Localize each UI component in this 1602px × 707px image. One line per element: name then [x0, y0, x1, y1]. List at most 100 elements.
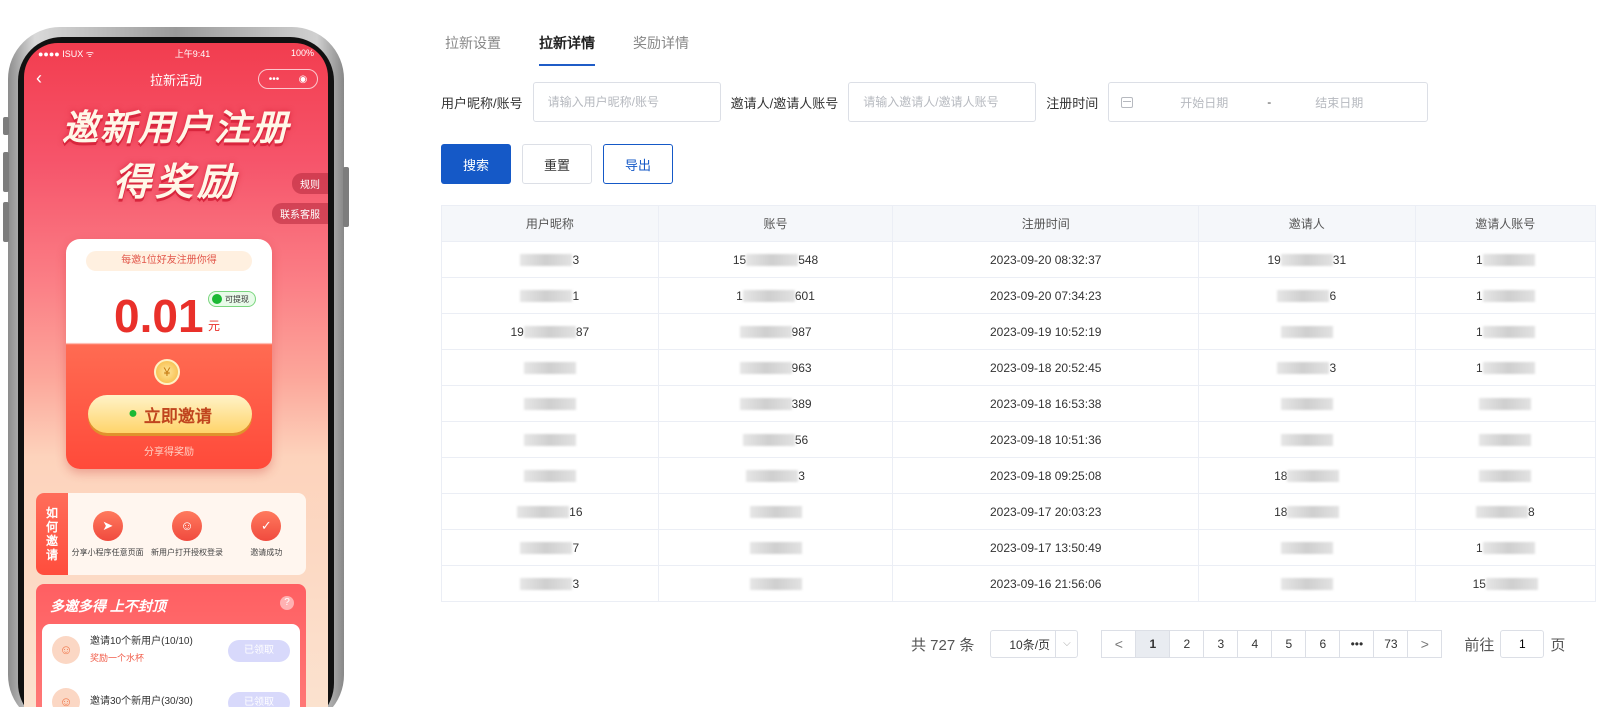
end-date-input[interactable]: 结束日期 — [1279, 94, 1399, 111]
goto-page: 前往 页 — [1464, 630, 1565, 658]
column-header-register-time[interactable]: 注册时间 — [892, 205, 1199, 242]
export-button[interactable]: 导出 — [603, 144, 673, 184]
page-button-6[interactable]: 6 — [1305, 630, 1341, 658]
inviter-search-input[interactable] — [848, 82, 1037, 122]
prev-page-button[interactable]: < — [1101, 630, 1137, 658]
column-header-inviter-account[interactable]: 邀请人账号 — [1414, 205, 1597, 242]
rules-tag[interactable]: 规则 — [292, 173, 328, 194]
table-cell-inviter-account: 1 — [1414, 349, 1597, 386]
claimed-button[interactable]: 已领取 — [228, 692, 290, 707]
question-icon[interactable]: ? — [280, 596, 294, 610]
redaction-blur — [523, 326, 576, 339]
milestone-text: 邀请30个新用户(30/30) — [90, 694, 193, 707]
page-button-4[interactable]: 4 — [1237, 630, 1273, 658]
table-cell-inviter: 3 — [1197, 349, 1416, 386]
masked-value — [1280, 577, 1333, 591]
more-dots-icon[interactable]: ••• — [269, 74, 280, 85]
invite-steps: ➤ 分享小程序任意页面 ☺ 新用户打开授权登录 ✓ 邀请成功 — [68, 493, 306, 575]
tab-invite-settings[interactable]: 拉新设置 — [445, 0, 501, 66]
redaction-blur — [749, 542, 802, 555]
nickname-filter-label: 用户昵称/账号 — [441, 95, 523, 111]
date-range-separator: - — [1267, 95, 1272, 109]
table-body: 3 15 548 2023-09-20 08:32:37 19 31 1 1 1 601 2023-… — [441, 241, 1597, 602]
column-header-nickname[interactable]: 用户昵称 — [441, 205, 659, 242]
page-size-select[interactable]: 10条/页 ⌵ — [990, 630, 1079, 658]
table-cell-time: 2023-09-18 10:51:36 — [892, 421, 1199, 458]
customer-service-tag[interactable]: 联系客服 — [272, 203, 328, 224]
masked-suffix: 16 — [569, 504, 583, 519]
tab-invite-details[interactable]: 拉新详情 — [539, 0, 595, 66]
search-button[interactable]: 搜索 — [441, 144, 511, 184]
redaction-blur — [523, 434, 576, 447]
table-cell-time: 2023-09-18 09:25:08 — [892, 457, 1199, 494]
redaction-blur — [1277, 290, 1330, 303]
masked-suffix: 31 — [1332, 252, 1347, 267]
redaction-blur — [749, 578, 802, 591]
masked-value: 15 548 — [733, 253, 818, 267]
start-date-input[interactable]: 开始日期 — [1149, 94, 1259, 111]
invite-now-label: 立即邀请 — [143, 406, 212, 426]
hero-title-line1: 邀新用户注册 — [61, 107, 290, 148]
masked-prefix: 18 — [1274, 468, 1288, 483]
chevron-left-icon[interactable]: ‹ — [36, 68, 42, 89]
page-button-5[interactable]: 5 — [1271, 630, 1307, 658]
masked-prefix: 15 — [732, 252, 747, 267]
masked-suffix: 8 — [1527, 504, 1535, 519]
invite-step: ✓ 邀请成功 — [230, 510, 302, 558]
redaction-blur — [1475, 506, 1528, 519]
reset-button[interactable]: 重置 — [522, 144, 592, 184]
register-date-range-picker[interactable]: 开始日期 - 结束日期 — [1108, 82, 1429, 122]
masked-prefix: 1 — [1475, 252, 1483, 267]
page-buttons: < 1 2 3 4 5 6 ••• 73 > — [1101, 630, 1443, 658]
chevron-down-icon[interactable]: ⌵ — [1055, 631, 1077, 657]
nickname-search-input[interactable] — [532, 82, 721, 122]
masked-value: 987 — [739, 325, 812, 339]
table-cell-inviter-account — [1414, 421, 1597, 458]
next-page-button[interactable]: > — [1407, 630, 1443, 658]
table-row: 3 15 548 2023-09-20 08:32:37 19 31 1 — [441, 241, 1597, 278]
table-cell-inviter — [1197, 565, 1416, 602]
goto-page-input[interactable] — [1500, 630, 1545, 658]
redaction-blur — [1277, 362, 1330, 375]
page-button-2[interactable]: 2 — [1169, 630, 1205, 658]
masked-suffix: 3 — [572, 252, 580, 267]
page-button-1[interactable]: 1 — [1135, 630, 1171, 658]
masked-value: 1 — [1476, 325, 1535, 339]
redaction-blur — [1280, 434, 1333, 447]
table-row: 7 2023-09-17 13:50:49 1 — [441, 529, 1597, 566]
page-button-73[interactable]: 73 — [1373, 630, 1409, 658]
table-cell-inviter-account — [1414, 385, 1597, 422]
table-row: 1 1 601 2023-09-20 07:34:23 6 1 — [441, 277, 1597, 314]
page-button-3[interactable]: 3 — [1203, 630, 1239, 658]
masked-value — [749, 577, 802, 591]
target-close-icon[interactable]: ◉ — [299, 74, 308, 85]
battery-text: 100% — [290, 48, 314, 58]
mini-program-capsule[interactable]: ••• ◉ — [258, 69, 318, 89]
more-pages-ellipsis[interactable]: ••• — [1339, 630, 1375, 658]
column-header-inviter[interactable]: 邀请人 — [1197, 205, 1416, 242]
table-cell-inviter — [1197, 385, 1416, 422]
masked-value: 389 — [739, 397, 812, 411]
phone-power-button — [343, 167, 349, 227]
masked-prefix: 19 — [1267, 252, 1281, 267]
share-hint: 分享得奖励 — [144, 447, 194, 458]
masked-prefix: 1 — [1475, 540, 1483, 555]
masked-value: 3 — [520, 577, 579, 591]
masked-value: 1 — [1476, 289, 1535, 303]
redaction-blur — [746, 254, 799, 267]
invite-now-button[interactable]: ● 立即邀请 — [88, 395, 252, 433]
tab-reward-details[interactable]: 奖励详情 — [633, 0, 689, 66]
phone-volume-down-button — [3, 202, 9, 242]
column-header-account[interactable]: 账号 — [657, 205, 894, 242]
table-cell-inviter — [1197, 313, 1416, 350]
phone-mute-button — [3, 117, 9, 135]
table-cell-nickname — [441, 421, 659, 458]
claimed-button[interactable]: 已领取 — [228, 640, 290, 662]
paper-plane-icon: ➤ — [92, 510, 123, 541]
table-row: 19 87 987 2023-09-19 10:52:19 1 — [441, 313, 1597, 350]
table-cell-time: 2023-09-20 07:34:23 — [892, 277, 1199, 314]
masked-value — [1280, 325, 1333, 339]
redaction-blur — [1280, 542, 1333, 555]
table-cell-inviter: 6 — [1197, 277, 1416, 314]
redaction-blur — [520, 290, 573, 303]
